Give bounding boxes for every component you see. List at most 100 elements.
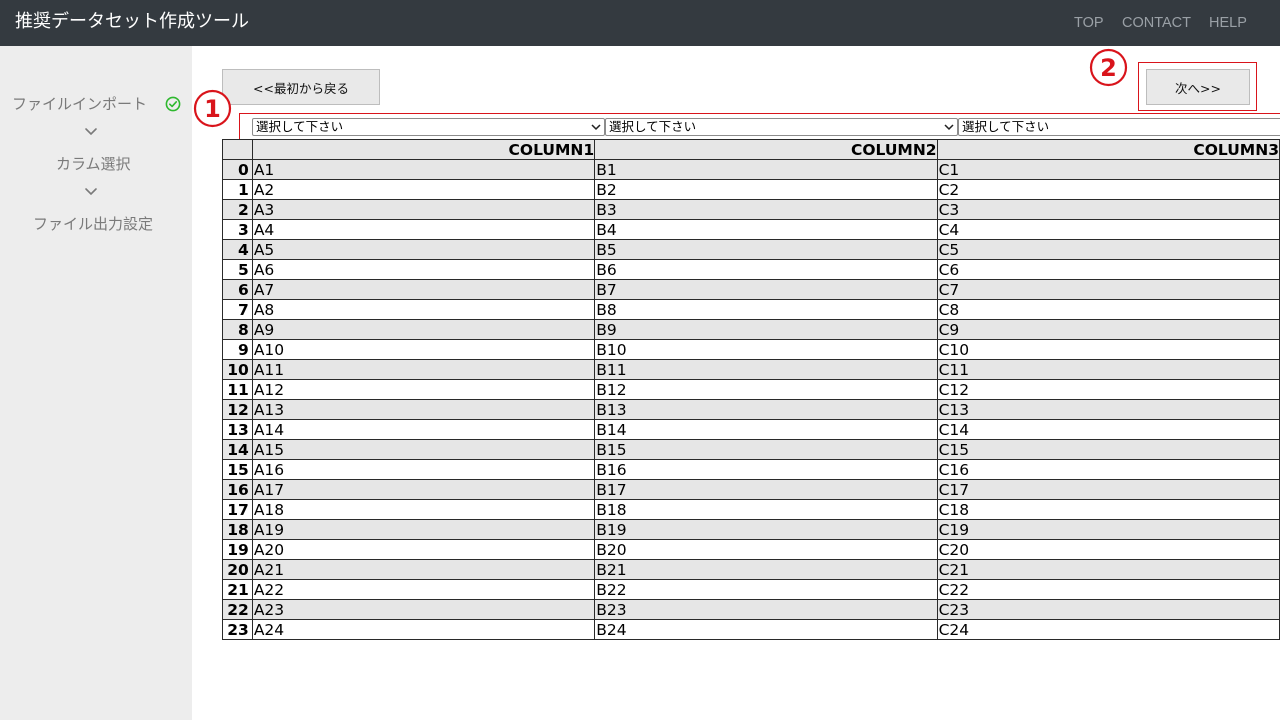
row-index: 16 bbox=[222, 479, 253, 500]
column1-type-select[interactable]: 選択して下さい bbox=[252, 118, 605, 136]
next-button[interactable]: 次へ>> bbox=[1146, 69, 1250, 105]
table-cell: C12 bbox=[936, 379, 1280, 400]
table-cell: B21 bbox=[594, 559, 938, 580]
step-file-import: ファイルインポート bbox=[12, 95, 148, 113]
row-index: 21 bbox=[222, 579, 253, 600]
table-cell: C22 bbox=[936, 579, 1280, 600]
column3-select-value: 選択して下さい bbox=[962, 119, 1050, 134]
table-cell: B22 bbox=[594, 579, 938, 600]
app-title: 推奨データセット作成ツール bbox=[15, 11, 249, 32]
table-cell: B5 bbox=[594, 239, 938, 260]
column-header: COLUMN3 bbox=[936, 139, 1280, 160]
table-row: 19 A20 B20 C20 bbox=[222, 539, 1280, 560]
table-cell: A7 bbox=[251, 279, 596, 300]
row-index: 0 bbox=[222, 159, 253, 180]
table-cell: B10 bbox=[594, 339, 938, 360]
table-cell: B14 bbox=[594, 419, 938, 440]
table-cell: C2 bbox=[936, 179, 1280, 200]
table-cell: C8 bbox=[936, 299, 1280, 320]
table-row: 8 A9 B9 C9 bbox=[222, 319, 1280, 340]
table-row: 5 A6 B6 C6 bbox=[222, 259, 1280, 280]
table-cell: B19 bbox=[594, 519, 938, 540]
step-sidebar: ファイルインポート カラム選択 ファイル出力設定 bbox=[0, 46, 192, 720]
table-cell: C24 bbox=[936, 619, 1280, 640]
row-index: 17 bbox=[222, 499, 253, 520]
table-cell: B2 bbox=[594, 179, 938, 200]
table-cell: C15 bbox=[936, 439, 1280, 460]
nav-link-top[interactable]: TOP bbox=[1074, 15, 1104, 31]
column2-type-select[interactable]: 選択して下さい bbox=[605, 118, 958, 136]
table-cell: B8 bbox=[594, 299, 938, 320]
table-cell: A17 bbox=[251, 479, 596, 500]
table-cell: C11 bbox=[936, 359, 1280, 380]
row-index: 19 bbox=[222, 539, 253, 560]
table-row: 6 A7 B7 C7 bbox=[222, 279, 1280, 300]
nav-link-contact[interactable]: CONTACT bbox=[1122, 15, 1191, 31]
row-index: 14 bbox=[222, 439, 253, 460]
table-cell: A4 bbox=[251, 219, 596, 240]
table-cell: A13 bbox=[251, 399, 596, 420]
table-cell: A21 bbox=[251, 559, 596, 580]
row-index: 2 bbox=[222, 199, 253, 220]
table-corner-cell bbox=[222, 139, 253, 160]
chevron-down-icon bbox=[944, 124, 954, 131]
table-cell: B3 bbox=[594, 199, 938, 220]
annotation-marker-2: 2 bbox=[1089, 48, 1128, 87]
back-to-start-button[interactable]: <<最初から戻る bbox=[222, 69, 380, 105]
table-cell: C6 bbox=[936, 259, 1280, 280]
table-row: 22 A23 B23 C23 bbox=[222, 599, 1280, 620]
table-cell: B20 bbox=[594, 539, 938, 560]
table-cell: C20 bbox=[936, 539, 1280, 560]
table-cell: A6 bbox=[251, 259, 596, 280]
row-index: 1 bbox=[222, 179, 253, 200]
table-row: 15 A16 B16 C16 bbox=[222, 459, 1280, 480]
table-cell: C23 bbox=[936, 599, 1280, 620]
table-cell: B1 bbox=[594, 159, 938, 180]
table-body: 0 A1 B1 C1 1 A2 B2 C2 2 A3 B3 C3 3 A4 B4 C4 4 A5 B5 C5 5 A6 B6… bbox=[222, 159, 1280, 640]
column3-type-select[interactable]: 選択して下さい bbox=[958, 118, 1280, 136]
chevron-down-icon bbox=[85, 128, 97, 136]
table-row: 12 A13 B13 C13 bbox=[222, 399, 1280, 420]
table-cell: B13 bbox=[594, 399, 938, 420]
table-cell: C1 bbox=[936, 159, 1280, 180]
nav-link-help[interactable]: HELP bbox=[1209, 15, 1247, 31]
table-row: 21 A22 B22 C22 bbox=[222, 579, 1280, 600]
table-row: 9 A10 B10 C10 bbox=[222, 339, 1280, 360]
table-cell: B24 bbox=[594, 619, 938, 640]
table-cell: B23 bbox=[594, 599, 938, 620]
row-index: 7 bbox=[222, 299, 253, 320]
table-row: 23 A24 B24 C24 bbox=[222, 619, 1280, 640]
column2-select-value: 選択して下さい bbox=[609, 119, 697, 134]
table-cell: C14 bbox=[936, 419, 1280, 440]
table-cell: A23 bbox=[251, 599, 596, 620]
row-index: 5 bbox=[222, 259, 253, 280]
row-index: 4 bbox=[222, 239, 253, 260]
table-cell: A19 bbox=[251, 519, 596, 540]
step-column-select: カラム選択 bbox=[56, 155, 131, 173]
row-index: 23 bbox=[222, 619, 253, 640]
table-cell: C10 bbox=[936, 339, 1280, 360]
table-cell: B16 bbox=[594, 459, 938, 480]
table-cell: B7 bbox=[594, 279, 938, 300]
table-row: 20 A21 B21 C21 bbox=[222, 559, 1280, 580]
chevron-down-icon bbox=[85, 188, 97, 196]
table-cell: A15 bbox=[251, 439, 596, 460]
table-cell: A3 bbox=[251, 199, 596, 220]
table-cell: A20 bbox=[251, 539, 596, 560]
table-row: 16 A17 B17 C17 bbox=[222, 479, 1280, 500]
row-index: 9 bbox=[222, 339, 253, 360]
table-cell: A9 bbox=[251, 319, 596, 340]
row-index: 6 bbox=[222, 279, 253, 300]
table-cell: A11 bbox=[251, 359, 596, 380]
row-index: 12 bbox=[222, 399, 253, 420]
top-navbar: 推奨データセット作成ツール TOP CONTACT HELP bbox=[0, 0, 1280, 46]
row-index: 3 bbox=[222, 219, 253, 240]
table-cell: B12 bbox=[594, 379, 938, 400]
table-row: 18 A19 B19 C19 bbox=[222, 519, 1280, 540]
row-index: 20 bbox=[222, 559, 253, 580]
table-row: 4 A5 B5 C5 bbox=[222, 239, 1280, 260]
table-row: 1 A2 B2 C2 bbox=[222, 179, 1280, 200]
row-index: 15 bbox=[222, 459, 253, 480]
table-cell: C17 bbox=[936, 479, 1280, 500]
row-index: 10 bbox=[222, 359, 253, 380]
